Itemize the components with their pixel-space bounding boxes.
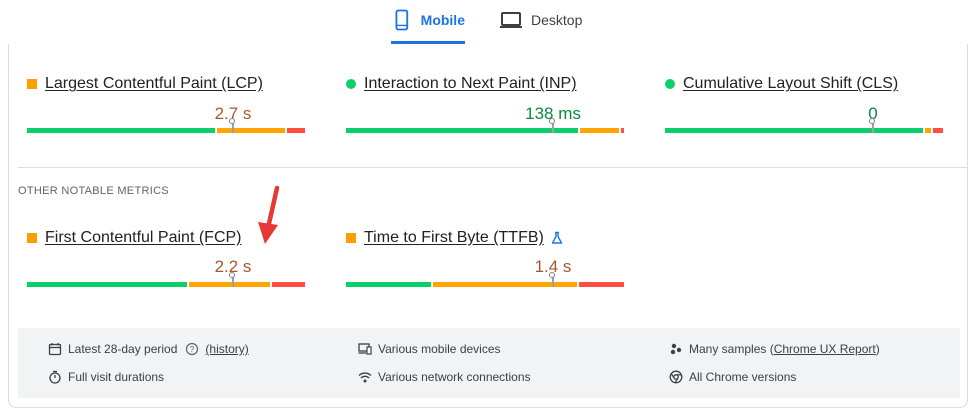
good-segment [346, 128, 578, 133]
metric-name-link[interactable]: Cumulative Layout Shift (CLS) [683, 75, 898, 93]
good-segment [27, 128, 215, 133]
info-connections: Various network connections [358, 370, 531, 384]
info-samples: Many samples (Chrome UX Report) [669, 342, 880, 356]
annotation-arrow-icon [258, 185, 280, 244]
poor-segment [272, 282, 305, 287]
metric-name-link[interactable]: Time to First Byte (TTFB) [364, 229, 544, 247]
calendar-icon [48, 343, 62, 356]
distribution-bar [665, 118, 943, 133]
needs-improvement-segment [189, 282, 270, 287]
info-devices: Various mobile devices [358, 342, 501, 356]
needs-improvement-marker [27, 233, 37, 243]
data-collection-info: Latest 28-day period ? (history) Full vi… [18, 328, 960, 398]
metric-cls: Cumulative Layout Shift (CLS) 0 [665, 74, 943, 133]
metric-name-link[interactable]: First Contentful Paint (FCP) [45, 229, 242, 247]
network-icon [358, 372, 372, 383]
devices-icon [358, 343, 372, 355]
percentile-pin [229, 272, 235, 287]
good-segment [27, 282, 187, 287]
laptop-icon [500, 12, 522, 28]
info-period-text: Latest 28-day period [68, 342, 178, 356]
metric-inp: Interaction to Next Paint (INP) 138 ms [346, 74, 624, 133]
tab-mobile-label: Mobile [420, 12, 465, 28]
info-durations-text: Full visit durations [68, 370, 165, 384]
info-versions: All Chrome versions [669, 370, 796, 384]
tab-desktop[interactable]: Desktop [499, 8, 582, 44]
section-label: OTHER NOTABLE METRICS [18, 185, 169, 197]
info-period: Latest 28-day period ? (history) [48, 342, 249, 356]
chrome-ux-report-link[interactable]: Chrome UX Report [774, 342, 876, 356]
metric-name-link[interactable]: Largest Contentful Paint (LCP) [45, 75, 263, 93]
metric-lcp: Largest Contentful Paint (LCP) 2.7 s [27, 74, 305, 133]
needs-improvement-segment [217, 128, 285, 133]
samples-icon [670, 343, 682, 355]
info-durations: Full visit durations [48, 370, 164, 384]
good-marker [665, 79, 675, 89]
help-icon[interactable]: ? [185, 342, 199, 356]
poor-segment [933, 128, 943, 133]
needs-improvement-marker [27, 79, 37, 89]
field-data-card: Largest Contentful Paint (LCP) 2.7 s Int… [8, 44, 968, 408]
percentile-pin [869, 118, 875, 133]
metric-name-link[interactable]: Interaction to Next Paint (INP) [364, 75, 577, 93]
experimental-flask-icon [551, 231, 563, 244]
device-tabs: Mobile Desktop [0, 0, 977, 44]
tab-desktop-label: Desktop [531, 12, 583, 28]
good-segment [346, 282, 431, 287]
percentile-pin [549, 118, 555, 133]
info-samples-suffix: ) [875, 342, 880, 356]
distribution-bar [27, 118, 305, 133]
stopwatch-icon [49, 370, 61, 384]
tab-mobile[interactable]: Mobile [391, 8, 465, 44]
info-connections-text: Various network connections [378, 370, 531, 384]
needs-improvement-segment [580, 128, 619, 133]
good-marker [346, 79, 356, 89]
svg-text:?: ? [190, 345, 195, 354]
metric-ttfb: Time to First Byte (TTFB) 1.4 s [346, 228, 624, 287]
needs-improvement-segment [925, 128, 931, 133]
good-segment [665, 128, 923, 133]
info-versions-text: All Chrome versions [689, 370, 797, 384]
distribution-bar [346, 118, 624, 133]
percentile-pin [549, 272, 555, 287]
percentile-pin [229, 118, 235, 133]
chrome-icon [669, 370, 683, 384]
needs-improvement-segment [433, 282, 577, 287]
info-devices-text: Various mobile devices [378, 342, 501, 356]
distribution-bar [27, 272, 305, 287]
section-divider [18, 167, 968, 168]
distribution-bar [346, 272, 624, 287]
smartphone-icon [395, 9, 409, 31]
needs-improvement-marker [346, 233, 356, 243]
poor-segment [579, 282, 624, 287]
history-link[interactable]: (history) [205, 342, 248, 356]
info-samples-prefix: Many samples ( [689, 342, 774, 356]
poor-segment [287, 128, 305, 133]
poor-segment [621, 128, 624, 133]
